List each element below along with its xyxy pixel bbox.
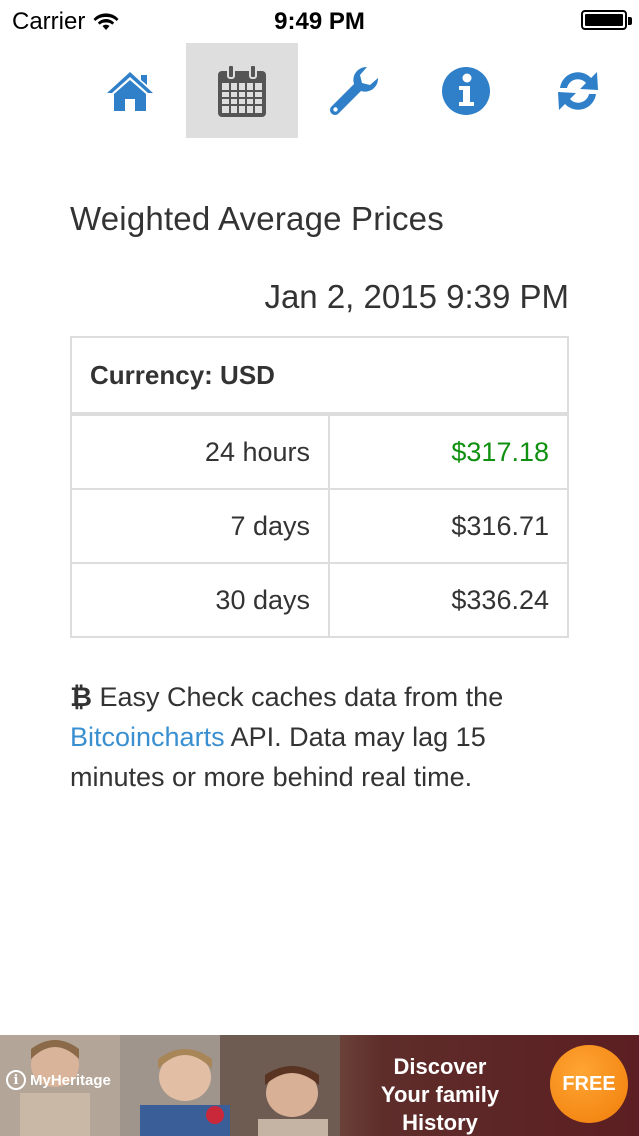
ad-headline: Discover Your family History <box>340 1053 540 1136</box>
ad-brand-label: MyHeritage <box>30 1071 111 1089</box>
data-source-note: ₿ Easy Check caches data from the Bitcoi… <box>70 677 560 797</box>
currency-header: Currency: USD <box>70 336 569 416</box>
table-row: 7 days $316.71 <box>70 488 569 564</box>
table-row: 30 days $336.24 <box>70 562 569 638</box>
refresh-icon <box>558 71 598 110</box>
status-bar: Carrier 9:49 PM <box>0 0 639 40</box>
ad-headline-line-1: Discover <box>393 1054 487 1079</box>
nav-calendar-button[interactable] <box>186 43 298 138</box>
page-title: Weighted Average Prices <box>70 200 444 237</box>
ad-info-icon[interactable]: i <box>6 1070 26 1090</box>
period-cell: 24 hours <box>70 413 330 490</box>
calendar-icon <box>218 63 266 117</box>
ad-brand[interactable]: i MyHeritage <box>6 1070 111 1090</box>
home-icon <box>107 71 153 111</box>
nav-info-button[interactable] <box>410 43 522 138</box>
price-timestamp: Jan 2, 2015 9:39 PM <box>264 278 569 315</box>
top-nav <box>74 43 634 138</box>
bitcoin-icon: ₿ <box>70 682 93 712</box>
status-time: 9:49 PM <box>274 8 365 35</box>
note-text-start: Easy Check caches data from the <box>92 682 504 712</box>
nav-refresh-button[interactable] <box>522 43 634 138</box>
ad-free-button[interactable]: FREE <box>550 1045 628 1123</box>
price-cell: $316.71 <box>328 488 569 564</box>
price-cell: $317.18 <box>328 413 569 490</box>
nav-home-button[interactable] <box>74 43 186 138</box>
ad-headline-line-2: Your family History <box>380 1082 500 1135</box>
info-icon <box>442 66 490 115</box>
nav-settings-button[interactable] <box>298 43 410 138</box>
price-cell: $336.24 <box>328 562 569 638</box>
period-cell: 30 days <box>70 562 330 638</box>
bitcoincharts-link[interactable]: Bitcoincharts <box>70 722 225 752</box>
wrench-icon <box>330 66 379 115</box>
battery-icon <box>581 10 632 30</box>
table-header-row: Currency: USD <box>70 336 569 416</box>
table-row: 24 hours $317.18 <box>70 413 569 490</box>
price-table: Currency: USD 24 hours $317.18 7 days $3… <box>70 336 569 638</box>
period-cell: 7 days <box>70 488 330 564</box>
